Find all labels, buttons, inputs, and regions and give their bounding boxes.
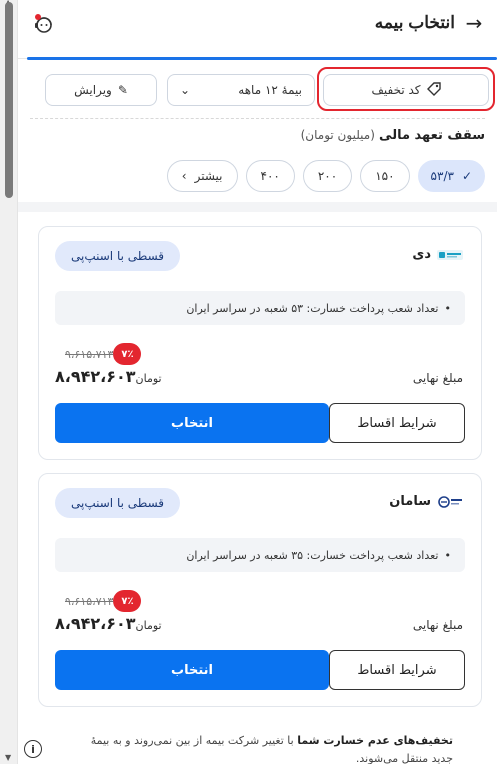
select-button[interactable]: انتخاب	[55, 650, 329, 690]
chevron-down-icon: ⌄	[180, 83, 191, 97]
coverage-option[interactable]: ۴۰۰	[245, 160, 295, 192]
chevron-left-icon: ›	[181, 169, 187, 183]
final-price-value: ۸،۹۴۲،۶۰۳	[55, 367, 136, 386]
coverage-option-selected[interactable]: ✓ ۵۳/۳	[417, 160, 485, 192]
coverage-option-label: ۱۵۰	[375, 169, 395, 183]
discount-row: ۷٪ ۹،۶۱۵،۷۱۳	[55, 590, 142, 612]
branch-info-text: تعداد شعب پرداخت خسارت: ۵۳ شعبه در سراسر…	[186, 301, 439, 315]
installment-terms-button[interactable]: شرایط اقساط	[329, 403, 465, 443]
filter-bar: کد تخفیف بیمهٔ ۱۲ ماهه ⌄ ✎ ویرایش	[18, 74, 497, 106]
old-price: ۹،۶۱۵،۷۱۳	[65, 594, 114, 608]
installment-badge: قسطی با اسنپ‌پی	[55, 488, 181, 518]
duration-select[interactable]: بیمهٔ ۱۲ ماهه ⌄	[167, 74, 315, 106]
branch-info: • تعداد شعب پرداخت خسارت: ۵۳ شعبه در سرا…	[55, 291, 465, 325]
no-claim-note-bold: تخفیف‌های عدم خسارت شما	[297, 734, 453, 747]
scrollbar[interactable]: ▲ ▼	[0, 0, 18, 764]
price-unit: تومان	[135, 372, 162, 385]
final-price-label: مبلغ نهایی	[412, 618, 463, 632]
edit-label: ویرایش	[74, 83, 112, 97]
bullet-icon: •	[444, 301, 452, 315]
progress-bar	[18, 56, 497, 60]
scroll-down-icon[interactable]: ▼	[5, 753, 11, 762]
discount-badge: ۷٪	[113, 343, 142, 365]
insurer-logo	[437, 248, 463, 262]
branch-info: • تعداد شعب پرداخت خسارت: ۳۵ شعبه در سرا…	[55, 538, 465, 572]
final-price-value: ۸،۹۴۲،۶۰۳	[55, 614, 136, 633]
discount-code-label: کد تخفیف	[371, 83, 421, 97]
insurer-brand: سامان	[389, 494, 463, 509]
coverage-option-label: ۵۳/۳	[430, 169, 454, 183]
final-price: ۸،۹۴۲،۶۰۳ تومان	[55, 614, 170, 633]
tag-icon	[426, 81, 441, 99]
installment-badge: قسطی با اسنپ‌پی	[55, 241, 181, 271]
more-options-label: بیشتر	[194, 169, 223, 183]
coverage-title-text: سقف تعهد مالی	[379, 128, 485, 143]
duration-label: بیمهٔ ۱۲ ماهه	[238, 83, 302, 97]
header: → انتخاب بیمه	[18, 0, 497, 46]
coverage-subtitle: (میلیون تومان)	[300, 128, 375, 142]
discount-badge: ۷٪	[113, 590, 142, 612]
branch-info-text: تعداد شعب پرداخت خسارت: ۳۵ شعبه در سراسر…	[186, 548, 439, 562]
old-price: ۹،۶۱۵،۷۱۳	[65, 347, 114, 361]
insurer-brand: دی	[412, 247, 463, 262]
discount-row: ۷٪ ۹،۶۱۵،۷۱۳	[55, 343, 142, 365]
final-price: ۸،۹۴۲،۶۰۳ تومان	[55, 367, 170, 386]
section-separator	[18, 202, 497, 212]
arrow-right-icon[interactable]: →	[463, 11, 485, 35]
scrollbar-thumb[interactable]	[5, 2, 13, 198]
installment-terms-button[interactable]: شرایط اقساط	[329, 650, 465, 690]
bullet-icon: •	[444, 548, 452, 562]
insurer-name: دی	[412, 247, 431, 262]
pencil-icon: ✎	[117, 83, 128, 97]
page-title: انتخاب بیمه	[374, 13, 455, 32]
more-options-button[interactable]: بیشتر ›	[166, 160, 238, 192]
support-agent-icon[interactable]	[32, 12, 56, 36]
coverage-option[interactable]: ۱۵۰	[360, 160, 410, 192]
insurer-logo	[437, 495, 463, 509]
coverage-options: ✓ ۵۳/۳ ۱۵۰ ۲۰۰ ۴۰۰ بیشتر ›	[166, 160, 485, 192]
divider	[30, 118, 485, 119]
select-button[interactable]: انتخاب	[55, 403, 329, 443]
price-unit: تومان	[135, 619, 162, 632]
final-price-label: مبلغ نهایی	[412, 371, 463, 385]
info-icon[interactable]: i	[24, 740, 42, 758]
check-icon: ✓	[461, 169, 472, 183]
insurance-select-page: → انتخاب بیمه کد تخفیف بیمهٔ ۱۲ ماهه ⌄ ✎…	[18, 0, 497, 764]
insurance-card: دی قسطی با اسنپ‌پی • تعداد شعب پرداخت خس…	[38, 226, 482, 460]
edit-button[interactable]: ✎ ویرایش	[45, 74, 157, 106]
coverage-title: سقف تعهد مالی (میلیون تومان)	[301, 128, 485, 143]
insurer-name: سامان	[389, 494, 431, 509]
coverage-option-label: ۴۰۰	[260, 169, 280, 183]
insurance-card: سامان قسطی با اسنپ‌پی • تعداد شعب پرداخت…	[38, 473, 482, 707]
coverage-option[interactable]: ۲۰۰	[302, 160, 353, 192]
coverage-option-label: ۲۰۰	[317, 169, 338, 183]
discount-code-button[interactable]: کد تخفیف	[323, 74, 489, 106]
no-claim-note: تخفیف‌های عدم خسارت شما با تغییر شرکت بی…	[74, 732, 453, 764]
